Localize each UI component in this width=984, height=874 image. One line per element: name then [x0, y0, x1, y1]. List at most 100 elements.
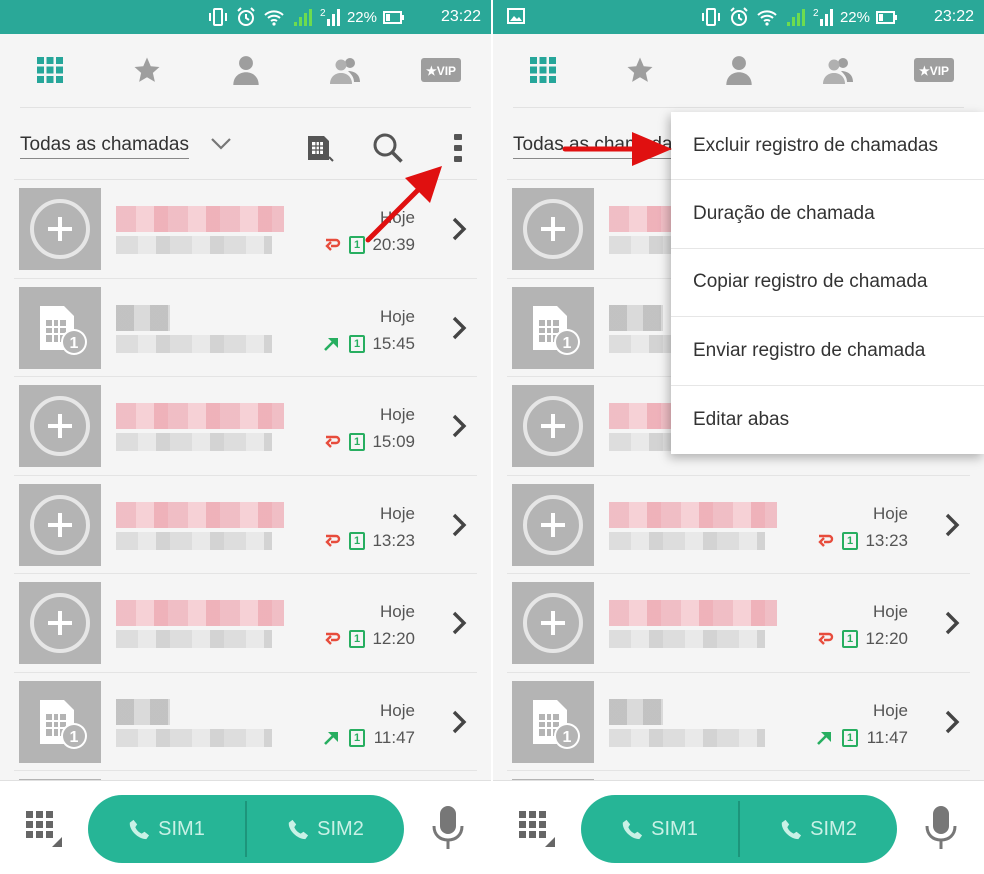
menu-item-copy-log[interactable]: Copiar registro de chamada: [671, 249, 984, 318]
contacts-tab-bar: ★VIP: [20, 34, 471, 108]
call-sim2-button[interactable]: SIM2: [740, 795, 897, 863]
menu-item-delete-log[interactable]: Excluir registro de chamadas: [671, 112, 984, 181]
tab-vip[interactable]: ★VIP: [420, 54, 462, 86]
contact-avatar[interactable]: [512, 483, 594, 566]
status-bar: 2 22% 23:22: [493, 0, 984, 34]
contact-avatar[interactable]: 1: [19, 680, 101, 763]
chevron-right-icon[interactable]: [944, 709, 962, 735]
tab-favorites[interactable]: [127, 54, 167, 86]
call-log-row[interactable]: 1 Hoje 15:45 1: [14, 279, 477, 377]
call-sim1-button[interactable]: SIM1: [88, 795, 245, 863]
svg-text:2: 2: [320, 8, 326, 19]
sim-filter-button[interactable]: [302, 130, 338, 166]
call-date: Hoje: [873, 602, 908, 621]
person-icon: [233, 56, 259, 85]
signal-sim2-icon: 2: [813, 8, 833, 26]
contact-avatar[interactable]: [19, 483, 101, 566]
tab-groups[interactable]: [324, 54, 364, 86]
contact-name-redacted: [116, 403, 284, 429]
chevron-right-icon[interactable]: [451, 216, 469, 242]
chevron-right-icon[interactable]: [451, 709, 469, 735]
dialpad-toggle-icon[interactable]: [24, 809, 64, 849]
tab-dialpad[interactable]: [523, 54, 563, 86]
call-log-row[interactable]: Hoje 13:23 1: [14, 476, 477, 574]
tab-contacts[interactable]: [719, 54, 759, 86]
call-log-row[interactable]: Hoje 12:20 1: [507, 574, 970, 673]
svg-text:★VIP: ★VIP: [426, 64, 456, 78]
dialpad-toggle-icon[interactable]: [517, 809, 557, 849]
call-type: [323, 434, 341, 450]
contact-avatar[interactable]: [19, 385, 101, 467]
call-filter-dropdown[interactable]: Todas as chamadas: [20, 134, 189, 159]
missed-call-icon: [325, 435, 341, 448]
call-time: 11:47: [373, 727, 415, 747]
chevron-down-icon[interactable]: [210, 136, 232, 152]
filter-row: Todas as chamadas: [14, 108, 477, 180]
tab-groups[interactable]: [817, 54, 857, 86]
sim-badge: 1: [349, 236, 365, 254]
call-sim1-button[interactable]: SIM1: [581, 795, 738, 863]
call-log-row[interactable]: 1 Hoje 11:47 1: [14, 673, 477, 771]
contact-avatar[interactable]: 1: [512, 680, 594, 763]
call-time: 12:20: [865, 629, 908, 648]
sim-badge: 1: [842, 630, 858, 648]
wifi-icon: [264, 10, 284, 26]
chevron-right-icon[interactable]: [451, 413, 469, 439]
microphone-icon[interactable]: [431, 805, 465, 851]
call-type: [323, 631, 341, 647]
overflow-menu-button[interactable]: [440, 130, 476, 166]
chevron-right-icon[interactable]: [944, 512, 962, 538]
contact-number-redacted: [609, 728, 765, 747]
call-date: Hoje: [380, 405, 415, 424]
phone-icon: [129, 819, 150, 840]
chevron-right-icon[interactable]: [451, 315, 469, 341]
call-log-row[interactable]: Hoje 13:23 1: [507, 476, 970, 574]
search-button[interactable]: [370, 130, 406, 166]
status-bar: 2 22% 23:22: [0, 0, 491, 34]
call-type: [816, 730, 832, 746]
battery-percent: 22%: [346, 8, 377, 26]
svg-text:1: 1: [70, 729, 79, 746]
svg-text:1: 1: [563, 729, 572, 746]
call-date: Hoje: [380, 700, 415, 720]
call-log-row[interactable]: 1 Hoje 11:47 1: [507, 673, 970, 771]
sim-card-icon: 1: [533, 699, 580, 749]
call-date: Hoje: [380, 306, 415, 326]
sim-badge: 1: [842, 728, 858, 747]
menu-item-edit-tabs[interactable]: Editar abas: [671, 386, 984, 454]
tab-contacts[interactable]: [226, 54, 266, 86]
contact-name-redacted: [116, 304, 170, 331]
menu-item-send-log[interactable]: Enviar registro de chamada: [671, 317, 984, 386]
call-sim2-button[interactable]: SIM2: [247, 795, 404, 863]
group-icon: [330, 58, 360, 84]
contact-avatar[interactable]: 1: [512, 286, 594, 369]
clock: 23:22: [933, 8, 974, 25]
menu-item-call-duration[interactable]: Duração de chamada: [671, 180, 984, 249]
sim-card-icon: 1: [40, 305, 87, 355]
contact-name-redacted: [116, 600, 284, 626]
call-log-row[interactable]: Hoje 15:09 1: [14, 377, 477, 476]
call-filter-dropdown[interactable]: Todas as chamadas: [513, 134, 682, 159]
sim-badge: 1: [842, 531, 858, 550]
tab-dialpad[interactable]: [30, 54, 70, 86]
tab-vip[interactable]: ★VIP: [913, 54, 955, 86]
sim-badge: 1: [349, 433, 365, 451]
contact-avatar[interactable]: [512, 582, 594, 664]
contact-avatar[interactable]: [19, 582, 101, 664]
contact-number-redacted: [116, 630, 272, 648]
contact-avatar[interactable]: [512, 385, 594, 467]
contact-avatar[interactable]: [19, 188, 101, 270]
bottom-bar: SIM1 SIM2: [0, 780, 491, 874]
search-icon: [373, 133, 403, 163]
chevron-right-icon[interactable]: [451, 512, 469, 538]
tab-favorites[interactable]: [620, 54, 660, 86]
chevron-right-icon[interactable]: [944, 610, 962, 636]
call-log-row[interactable]: Hoje 12:20 1: [14, 574, 477, 673]
call-time: 12:20: [372, 629, 415, 648]
contact-avatar[interactable]: 1: [19, 286, 101, 369]
microphone-icon[interactable]: [924, 805, 958, 851]
image-notification-icon: [507, 8, 525, 24]
chevron-right-icon[interactable]: [451, 610, 469, 636]
contact-avatar[interactable]: [512, 188, 594, 270]
call-log-row[interactable]: Hoje 20:39 1: [14, 180, 477, 279]
